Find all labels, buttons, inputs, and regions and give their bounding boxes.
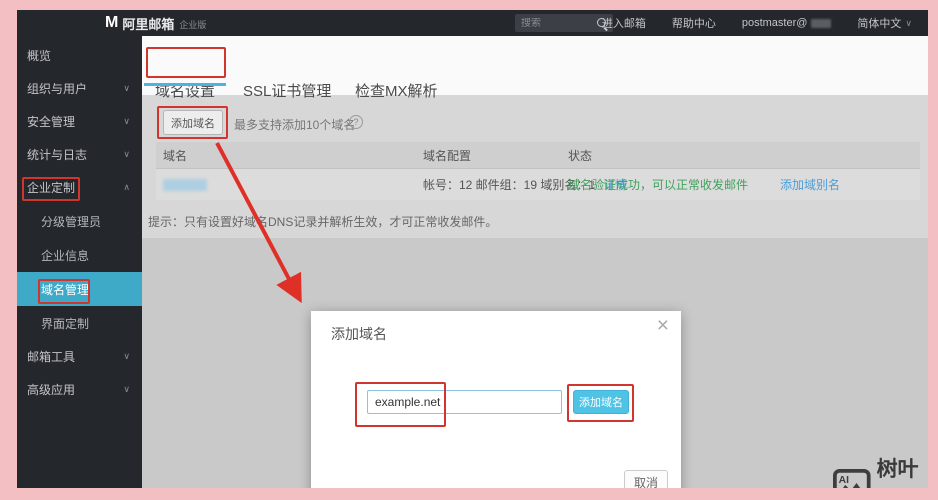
chevron-down-icon: ∨ — [123, 116, 130, 126]
chevron-down-icon: ∨ — [123, 384, 130, 394]
sidebar-item-domain-management[interactable]: 域名管理 — [17, 272, 142, 306]
chevron-down-icon: ∨ — [123, 351, 130, 361]
sidebar-item-security[interactable]: 安全管理 ∨ — [17, 105, 142, 138]
tab-ssl-cert[interactable]: SSL证书管理 — [243, 80, 331, 101]
sidebar: 概览 组织与用户 ∨ 安全管理 ∨ 统计与日志 ∨ 企业定制 ∧ 分级管理员 企业信息 … — [17, 36, 142, 488]
sidebar-item-enterprise-custom[interactable]: 企业定制 ∧ — [17, 171, 142, 204]
table-header-row: 域名 域名配置 状态 — [156, 142, 920, 168]
chevron-down-icon: ∨ — [905, 17, 912, 28]
svg-text:AI: AI — [839, 475, 849, 486]
logo-text: 阿里邮箱 — [122, 16, 175, 32]
sidebar-item-sub-admins[interactable]: 分级管理员 — [17, 204, 142, 238]
sidebar-item-enterprise-info[interactable]: 企业信息 — [17, 238, 142, 272]
domain-input[interactable] — [367, 390, 562, 414]
dialog-add-domain-button[interactable]: 添加域名 — [573, 390, 629, 414]
account-domain-redacted — [811, 18, 832, 28]
search-bar — [515, 14, 613, 32]
sidebar-item-org-users[interactable]: 组织与用户 ∨ — [17, 72, 142, 105]
enter-mailbox-link[interactable]: 进入邮箱 — [602, 15, 646, 31]
account-menu[interactable]: postmaster@ — [742, 17, 832, 29]
chevron-down-icon: ∨ — [123, 149, 130, 159]
search-input[interactable] — [515, 17, 596, 29]
add-domain-button[interactable]: 添加域名 — [163, 110, 223, 135]
screenshot-frame: M 阿里邮箱 企业版 进入邮箱 帮助中心 postmaster@ 简体中文∨ 概… — [0, 0, 938, 500]
topbar-menu: 进入邮箱 帮助中心 postmaster@ 简体中文 ∨ — [602, 10, 912, 36]
watermark: AI 树叶云 — [833, 453, 928, 488]
domain-cell — [163, 169, 207, 200]
close-icon[interactable]: × — [657, 315, 669, 336]
sidebar-item-overview[interactable]: 概览 — [17, 39, 142, 72]
chevron-up-icon: ∧ — [123, 182, 130, 192]
table-row: 帐号：12 邮件组：19 域别名：1 详情 域名验证成功，可以正常收发邮件 添加… — [156, 168, 920, 200]
active-tab-underline — [144, 83, 226, 86]
dialog-title: 添加域名 — [331, 326, 387, 342]
tabbar: 域名设置 SSL证书管理 检查MX解析 — [142, 36, 928, 100]
sidebar-item-ui-custom[interactable]: 界面定制 — [17, 306, 142, 340]
column-header-domain: 域名 — [163, 148, 188, 163]
column-header-config: 域名配置 — [423, 148, 472, 163]
domain-name-redacted — [163, 178, 207, 191]
sidebar-item-advanced-apps[interactable]: 高级应用 ∨ — [17, 373, 142, 406]
dns-tip-text: 提示：只有设置好域名DNS记录并解析生效，才可正常收发邮件。 — [148, 215, 498, 229]
app-logo: M 阿里邮箱 企业版 — [105, 10, 206, 36]
chevron-down-icon: ∨ — [123, 83, 130, 93]
domain-limit-hint: 最多支持添加10个域名 — [234, 118, 356, 132]
add-domain-alias-link[interactable]: 添加域别名 — [780, 169, 840, 200]
status-text: 域名验证成功，可以正常收发邮件 — [568, 178, 749, 192]
cancel-button[interactable]: 取消 — [624, 470, 668, 488]
help-icon[interactable]: ? — [349, 115, 363, 129]
help-center-link[interactable]: 帮助中心 — [672, 15, 716, 31]
tab-check-mx[interactable]: 检查MX解析 — [355, 80, 438, 101]
watermark-brand: 树叶云 — [876, 458, 919, 481]
edition-badge: 企业版 — [179, 19, 207, 30]
add-domain-dialog: 添加域名 × 添加域名 取消 — [311, 311, 681, 488]
language-selector[interactable]: 简体中文 ∨ — [857, 15, 912, 31]
sidebar-item-stats-logs[interactable]: 统计与日志 ∨ — [17, 138, 142, 171]
sidebar-item-mail-tools[interactable]: 邮箱工具 ∨ — [17, 340, 142, 373]
ai-image-icon: AI — [833, 468, 871, 488]
topbar: M 阿里邮箱 企业版 进入邮箱 帮助中心 postmaster@ 简体中文∨ — [17, 10, 928, 36]
column-header-status: 状态 — [568, 148, 593, 163]
logo-m-icon: M — [105, 14, 118, 31]
admin-console-window: M 阿里邮箱 企业版 进入邮箱 帮助中心 postmaster@ 简体中文∨ 概… — [17, 10, 928, 488]
